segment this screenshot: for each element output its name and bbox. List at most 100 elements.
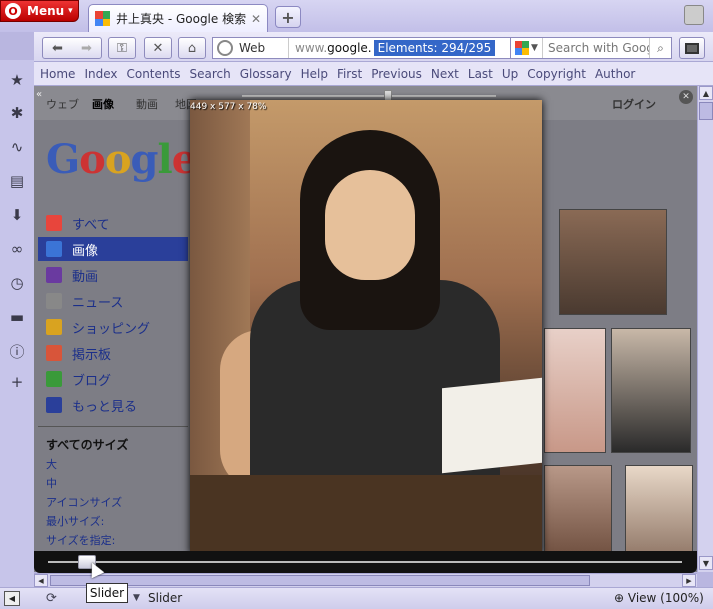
slider-track xyxy=(242,95,496,97)
scrollbar-thumb[interactable] xyxy=(50,575,590,586)
nav-item-video[interactable]: 動画 xyxy=(38,263,188,287)
scroll-up-icon[interactable]: ▲ xyxy=(699,86,713,100)
panel-toggle-icon[interactable]: ◀ xyxy=(4,591,20,606)
nav-author[interactable]: Author xyxy=(595,67,635,81)
new-tab-button[interactable]: + xyxy=(275,6,301,28)
nav-item-discussions[interactable]: 掲示板 xyxy=(38,341,188,365)
scroll-right-icon[interactable]: ▶ xyxy=(682,574,696,587)
forward-arrow-icon[interactable]: ➡ xyxy=(81,41,92,56)
google-favicon-icon xyxy=(95,11,110,26)
google-logo[interactable]: Google xyxy=(46,136,197,183)
nav-index[interactable]: Index xyxy=(84,67,117,81)
nav-home[interactable]: Home xyxy=(40,67,75,81)
collapse-icon[interactable]: « xyxy=(36,89,42,100)
search-icon[interactable]: ⌕ xyxy=(649,38,671,58)
size-custom[interactable]: サイズを指定: xyxy=(46,532,115,548)
nav-item-shopping[interactable]: ショッピング xyxy=(38,315,188,339)
photo-region xyxy=(442,377,542,474)
vertical-scrollbar[interactable]: ▲ ▼ xyxy=(697,86,713,572)
address-bar[interactable]: Web www.google. Elements: 294/295 ▼ xyxy=(212,37,534,59)
nav-item-all[interactable]: すべて xyxy=(38,211,188,235)
nav-item-images[interactable]: 画像 xyxy=(38,237,188,261)
scrollbar-thumb[interactable] xyxy=(699,102,713,120)
address-prefix: Web xyxy=(239,38,289,58)
size-large[interactable]: 大 xyxy=(46,456,57,472)
nav-item-more[interactable]: もっと見る xyxy=(38,393,188,417)
window-control-button[interactable] xyxy=(684,5,704,25)
result-thumbnail[interactable] xyxy=(544,328,606,453)
nav-last[interactable]: Last xyxy=(468,67,493,81)
web-page: ウェブ 画像 動画 地図 ログイン « ✕ Google すべて 画像 動画 ニ… xyxy=(34,86,697,572)
back-arrow-icon[interactable]: ⬅ xyxy=(52,41,63,56)
bottom-slider-bar xyxy=(34,551,697,573)
top-link-images[interactable]: 画像 xyxy=(92,96,114,112)
side-panel: ★ ✱ ∿ ▤ ⬇ ∞ ◷ ▬ ⓘ + xyxy=(0,60,34,590)
result-thumbnail[interactable] xyxy=(559,209,667,315)
blog-icon xyxy=(46,371,62,387)
chevron-down-icon: ▾ xyxy=(68,6,73,16)
nav-first[interactable]: First xyxy=(337,67,362,81)
stop-icon[interactable]: ✕ xyxy=(144,37,172,59)
nav-item-news[interactable]: ニュース xyxy=(38,289,188,313)
nav-copyright[interactable]: Copyright xyxy=(527,67,586,81)
size-minimum[interactable]: 最小サイズ: xyxy=(46,513,104,529)
zoom-level[interactable]: ⊕ View (100%) xyxy=(614,591,704,605)
sizes-heading: すべてのサイズ xyxy=(46,438,129,452)
key-icon[interactable]: ⚿ xyxy=(108,37,136,59)
navigation-bar: Home Index Contents Search Glossary Help… xyxy=(34,62,713,86)
discussion-icon xyxy=(46,345,62,361)
film-icon xyxy=(46,267,62,283)
nav-contents[interactable]: Contents xyxy=(126,67,180,81)
result-thumbnail[interactable] xyxy=(625,465,693,565)
links-icon[interactable]: ∞ xyxy=(7,239,27,259)
add-panel-icon[interactable]: + xyxy=(7,372,27,392)
top-link-web[interactable]: ウェブ xyxy=(46,96,79,112)
nav-next[interactable]: Next xyxy=(431,67,459,81)
chevron-down-icon xyxy=(46,397,62,413)
size-icon[interactable]: アイコンサイズ xyxy=(46,494,122,510)
nav-glossary[interactable]: Glossary xyxy=(240,67,292,81)
horizontal-scrollbar[interactable]: ◀ ▶ xyxy=(34,573,697,587)
panel-toggle-button[interactable] xyxy=(679,37,705,59)
url-selection: Elements: 294/295 xyxy=(373,40,496,56)
opera-menu-button[interactable]: O Menu ▾ xyxy=(0,0,79,22)
search-input[interactable]: Search with Google xyxy=(543,41,649,55)
info-icon[interactable]: ⓘ xyxy=(7,341,27,361)
image-viewer[interactable]: 449 x 577 x 78% xyxy=(190,100,542,555)
result-thumbnail[interactable] xyxy=(611,328,691,453)
login-link[interactable]: ログイン xyxy=(612,96,656,112)
nav-up[interactable]: Up xyxy=(502,67,518,81)
widgets-icon[interactable]: ✱ xyxy=(7,103,27,123)
bookmarks-icon[interactable]: ★ xyxy=(7,70,27,90)
scroll-left-icon[interactable]: ◀ xyxy=(34,574,48,587)
search-engine-selector[interactable]: ▼ xyxy=(511,38,543,58)
notes-icon[interactable]: ▤ xyxy=(7,171,27,191)
history-icon[interactable]: ◷ xyxy=(7,273,27,293)
photo-region xyxy=(190,475,542,555)
close-icon[interactable]: ✕ xyxy=(251,12,261,26)
title-bar: O Menu ▾ 井上真央 - Google 検索 ✕ + xyxy=(0,0,713,32)
downloads-icon[interactable]: ⬇ xyxy=(7,205,27,225)
chevron-down-icon[interactable]: ▼ xyxy=(133,593,140,603)
url-domain: google. xyxy=(327,41,372,55)
google-icon xyxy=(515,41,530,55)
size-medium[interactable]: 中 xyxy=(46,475,57,491)
news-icon xyxy=(46,293,62,309)
nav-previous[interactable]: Previous xyxy=(371,67,422,81)
search-field[interactable]: ▼ Search with Google ⌕ xyxy=(510,37,672,59)
top-link-video[interactable]: 動画 xyxy=(136,96,158,112)
camera-icon xyxy=(46,241,62,257)
scroll-down-icon[interactable]: ▼ xyxy=(699,556,713,570)
unite-icon[interactable]: ∿ xyxy=(7,137,27,157)
nav-help[interactable]: Help xyxy=(301,67,328,81)
nav-search[interactable]: Search xyxy=(189,67,230,81)
close-icon[interactable]: ✕ xyxy=(679,90,693,104)
sync-icon[interactable]: ⟳ xyxy=(46,591,57,606)
tab-google-search[interactable]: 井上真央 - Google 検索 ✕ xyxy=(88,4,268,32)
tab-title: 井上真央 - Google 検索 xyxy=(116,12,247,26)
menu-label: Menu xyxy=(27,4,65,18)
home-icon[interactable]: ⌂ xyxy=(178,37,206,59)
result-thumbnail[interactable] xyxy=(544,465,612,565)
folder-icon[interactable]: ▬ xyxy=(7,307,27,327)
nav-item-blogs[interactable]: ブログ xyxy=(38,367,188,391)
